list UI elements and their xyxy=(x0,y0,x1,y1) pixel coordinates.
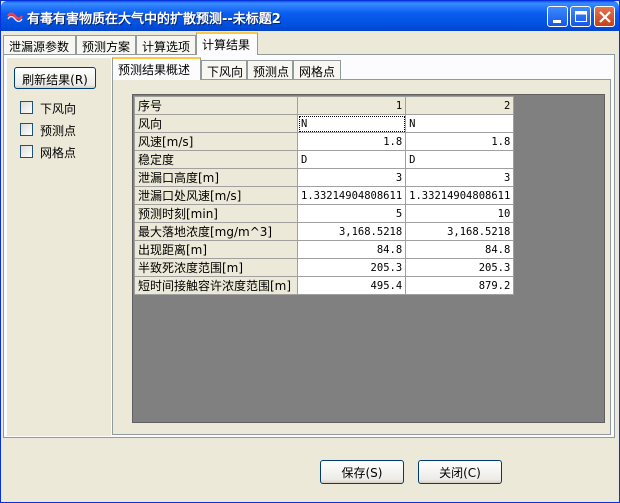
table-row: 泄漏口高度[m] 3 3 xyxy=(134,168,515,187)
grid-cell[interactable]: 5 xyxy=(296,204,407,223)
table-row: 泄漏口处风速[m/s] 1.33214904808611 1.332149048… xyxy=(134,186,515,205)
grid-cell[interactable]: 3,168.5218 xyxy=(296,222,407,241)
tab-label: 下风向 xyxy=(207,65,244,79)
maximize-icon xyxy=(575,11,587,22)
row-label: 风向 xyxy=(134,114,298,133)
results-table: 序号 1 2 风向 N N 风速[m/s] 1.8 1.8 稳定度 D D 泄漏… xyxy=(134,96,515,295)
close-icon xyxy=(599,11,611,23)
grid-cell[interactable]: 1.33214904808611 xyxy=(405,186,515,205)
grid-cell[interactable]: 879.2 xyxy=(405,276,515,295)
table-row: 风速[m/s] 1.8 1.8 xyxy=(134,132,515,151)
table-row: 出现距离[m] 84.8 84.8 xyxy=(134,240,515,259)
grid-cell[interactable]: 205.3 xyxy=(405,258,515,277)
table-row: 最大落地浓度[mg/m^3] 3,168.5218 3,168.5218 xyxy=(134,222,515,241)
left-options-panel: 刷新结果(R) 下风向 预测点 网格点 xyxy=(7,58,111,436)
tab-prediction-plan[interactable]: 预测方案 xyxy=(76,35,136,55)
app-icon xyxy=(7,12,23,22)
checkbox-label: 预测点 xyxy=(40,124,77,138)
grid-cell[interactable]: 1.8 xyxy=(296,132,407,151)
tab-label: 预测点 xyxy=(253,65,290,79)
checkbox-grid-point[interactable] xyxy=(20,145,33,158)
grid-cell[interactable]: 3,168.5218 xyxy=(405,222,515,241)
maximize-button[interactable] xyxy=(570,6,591,27)
table-row: 半致死浓度范围[m] 205.3 205.3 xyxy=(134,258,515,277)
tab-label: 计算选项 xyxy=(142,40,191,54)
grid-cell[interactable]: 84.8 xyxy=(405,240,515,259)
title-bar: 有毒有害物质在大气中的扩散预测--未标题2 xyxy=(1,1,619,31)
header-cell-col2: 2 xyxy=(405,96,515,115)
calc-results-panel: 刷新结果(R) 下风向 预测点 网格点 预测结果概述 下风向 预测点 网格点 序… xyxy=(3,54,615,438)
row-label: 预测时刻[min] xyxy=(134,204,298,223)
grid-cell[interactable]: 84.8 xyxy=(296,240,407,259)
grid-cell[interactable]: 205.3 xyxy=(296,258,407,277)
grid-cell[interactable]: D xyxy=(296,150,407,169)
minimize-button[interactable] xyxy=(547,6,568,27)
tab-label: 预测方案 xyxy=(82,40,131,54)
minimize-icon xyxy=(553,20,561,23)
row-label: 稳定度 xyxy=(134,150,298,169)
header-cell-index: 序号 xyxy=(134,96,298,115)
row-label: 风速[m/s] xyxy=(134,132,298,151)
grid-cell[interactable]: 495.4 xyxy=(296,276,407,295)
grid-cell[interactable]: 3 xyxy=(296,168,407,187)
grid-cell[interactable]: 3 xyxy=(405,168,515,187)
row-label: 泄漏口处风速[m/s] xyxy=(134,186,298,205)
row-label: 短时间接触容许浓度范围[m] xyxy=(134,276,298,295)
tab-label: 泄漏源参数 xyxy=(9,40,70,54)
tab-calc-results[interactable]: 计算结果 xyxy=(196,32,258,55)
grid-cell[interactable]: N xyxy=(296,114,407,133)
refresh-button-label: 刷新结果(R) xyxy=(22,73,88,87)
row-label: 出现距离[m] xyxy=(134,240,298,259)
tab-label: 网格点 xyxy=(299,65,336,79)
tab-leak-source-params[interactable]: 泄漏源参数 xyxy=(3,35,76,55)
checkbox-label: 下风向 xyxy=(40,102,77,116)
tab-label: 计算结果 xyxy=(202,38,251,52)
row-label: 半致死浓度范围[m] xyxy=(134,258,298,277)
close-button-label: 关闭(C) xyxy=(439,466,481,480)
close-button[interactable]: 关闭(C) xyxy=(418,460,502,484)
result-overview-frame: 序号 1 2 风向 N N 风速[m/s] 1.8 1.8 稳定度 D D 泄漏… xyxy=(112,79,611,435)
row-label: 最大落地浓度[mg/m^3] xyxy=(134,222,298,241)
table-row: 短时间接触容许浓度范围[m] 495.4 879.2 xyxy=(134,276,515,295)
results-grid[interactable]: 序号 1 2 风向 N N 风速[m/s] 1.8 1.8 稳定度 D D 泄漏… xyxy=(132,94,605,423)
tab-result-overview[interactable]: 预测结果概述 xyxy=(112,57,201,80)
checkbox-downwind[interactable] xyxy=(20,101,33,114)
save-button-label: 保存(S) xyxy=(341,466,383,480)
table-row: 稳定度 D D xyxy=(134,150,515,169)
grid-cell[interactable]: 1.33214904808611 xyxy=(296,186,407,205)
grid-cell[interactable]: 1.8 xyxy=(405,132,515,151)
table-header-row: 序号 1 2 xyxy=(134,96,515,115)
table-row: 风向 N N xyxy=(134,114,515,133)
checkbox-prediction-point[interactable] xyxy=(20,123,33,136)
grid-cell[interactable]: D xyxy=(405,150,515,169)
row-label: 泄漏口高度[m] xyxy=(134,168,298,187)
tab-grid-point[interactable]: 网格点 xyxy=(293,60,341,80)
tab-prediction-point[interactable]: 预测点 xyxy=(247,60,293,80)
close-window-button[interactable] xyxy=(594,6,615,27)
refresh-results-button[interactable]: 刷新结果(R) xyxy=(14,67,96,89)
grid-cell[interactable]: N xyxy=(405,114,515,133)
table-row: 预测时刻[min] 5 10 xyxy=(134,204,515,223)
window-title: 有毒有害物质在大气中的扩散预测--未标题2 xyxy=(27,12,281,27)
checkbox-label: 网格点 xyxy=(40,146,77,160)
save-button[interactable]: 保存(S) xyxy=(320,460,404,484)
header-cell-col1: 1 xyxy=(296,96,407,115)
grid-cell[interactable]: 10 xyxy=(405,204,515,223)
tab-label: 预测结果概述 xyxy=(118,63,191,77)
tab-downwind[interactable]: 下风向 xyxy=(201,60,247,80)
app-window: 有毒有害物质在大气中的扩散预测--未标题2 泄漏源参数 预测方案 计算选项 计算… xyxy=(0,0,620,503)
tab-calc-options[interactable]: 计算选项 xyxy=(136,35,196,55)
